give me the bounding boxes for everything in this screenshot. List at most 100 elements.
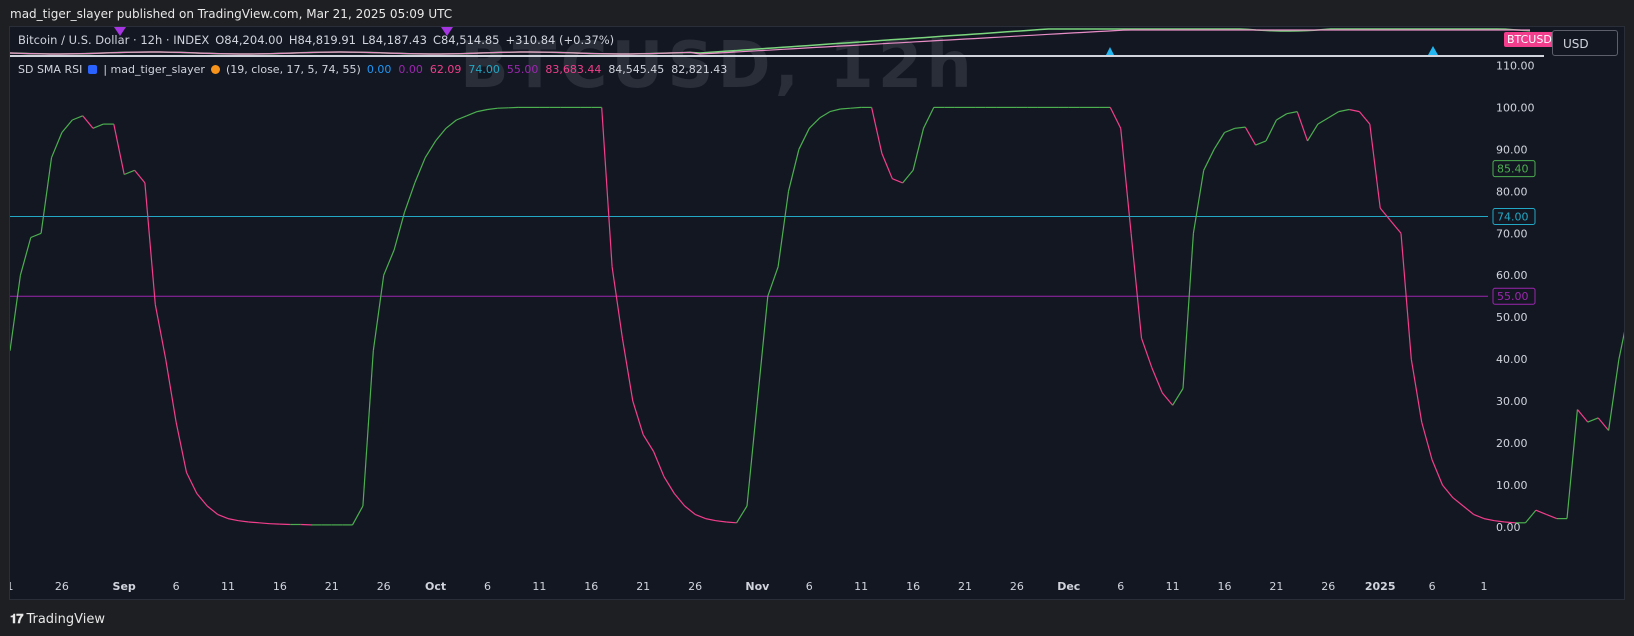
rsi-line-segment	[705, 518, 717, 522]
rsi-line-segment	[621, 338, 634, 402]
rsi-line-segment	[1161, 392, 1174, 406]
rsi-line-segment	[1224, 127, 1236, 134]
x-tick-label: Nov	[745, 580, 770, 593]
rsi-line-segment	[611, 266, 623, 339]
symbol-title[interactable]: Bitcoin / U.S. Dollar · 12h · INDEX	[18, 33, 209, 47]
rsi-line-segment	[632, 400, 644, 435]
rsi-line-segment	[1265, 119, 1277, 142]
rsi-line-segment	[850, 106, 862, 109]
rsi-line-segment	[1130, 233, 1143, 339]
rsi-line-segment	[1338, 108, 1350, 113]
rsi-line-segment	[1369, 124, 1381, 209]
rsi-line-segment	[1140, 338, 1153, 368]
rsi-line-segment	[1348, 108, 1360, 113]
rsi-line-segment	[435, 127, 447, 142]
rsi-line-segment	[72, 115, 83, 121]
rsi-line-segment	[1576, 409, 1589, 423]
rsi-line-segment	[1255, 140, 1267, 146]
x-tick-label: 2025	[1365, 580, 1396, 593]
symbol-price-tag: BTCUSD	[1504, 32, 1555, 47]
x-tick-label: 6	[806, 580, 813, 593]
rsi-line-segment	[653, 451, 665, 477]
ohlc-open: O84,204.00	[215, 33, 283, 47]
rsi-line-segment	[756, 296, 769, 402]
y-tick-label: 10.00	[1496, 479, 1528, 492]
rsi-line-segment	[881, 153, 893, 179]
rsi-line-segment	[694, 513, 706, 520]
rsi-line-segment	[642, 434, 655, 452]
rsi-line-segment	[1244, 126, 1257, 146]
rsi-line-segment	[445, 119, 457, 129]
rsi-line-segment	[1327, 111, 1340, 119]
x-tick-label: Sep	[113, 580, 136, 593]
rsi-line-segment	[1421, 421, 1433, 461]
tradingview-brand[interactable]: 𝟏𝟕 TradingView	[10, 612, 105, 627]
rsi-line-segment	[1203, 149, 1215, 171]
rsi-line-segment	[1286, 111, 1298, 115]
x-tick-label: 11	[221, 580, 235, 593]
currency-button[interactable]: USD	[1552, 30, 1618, 56]
rsi-line-segment	[144, 182, 156, 305]
rsi-line-segment	[902, 169, 914, 184]
rsi-line-segment	[1546, 513, 1557, 520]
rsi-line-segment	[736, 505, 748, 524]
rsi-line-segment	[372, 275, 385, 351]
rsi-line-segment	[1317, 117, 1329, 125]
ohlc-close: C84,514.85	[432, 33, 500, 47]
rsi-pane[interactable]: 110.00100.0090.0080.0070.0060.0050.0040.…	[10, 57, 1624, 597]
rsi-line-segment	[1525, 509, 1537, 524]
rsi-line-segment	[414, 157, 426, 184]
x-tick-label: Oct	[425, 580, 446, 593]
x-tick-label: 16	[1217, 580, 1231, 593]
rsi-line-segment	[1109, 107, 1122, 129]
rsi-line-segment	[1618, 331, 1624, 360]
x-tick-label: 21	[636, 580, 650, 593]
rsi-line-segment	[456, 115, 467, 121]
ohlc-high: H84,819.91	[288, 33, 356, 47]
rsi-line-segment	[238, 520, 249, 523]
rsi-line-segment	[1182, 233, 1194, 389]
rsi-line-segment	[1483, 518, 1495, 522]
rsi-line-segment	[403, 182, 416, 213]
x-tick-label: 6	[1117, 580, 1124, 593]
rsi-line-segment	[30, 232, 42, 239]
rsi-line-segment	[487, 107, 498, 111]
rsi-line-segment	[1587, 417, 1599, 423]
rsi-line-segment	[1276, 113, 1288, 121]
x-tick-label: 16	[906, 580, 920, 593]
published-caption: mad_tiger_slayer published on TradingVie…	[10, 7, 453, 21]
x-tick-label: 21	[958, 580, 972, 593]
rsi-line-segment	[871, 107, 883, 154]
rsi-line-segment	[123, 169, 135, 176]
rsi-line-segment	[601, 107, 613, 267]
rsi-line-segment	[217, 513, 229, 520]
y-tick-label: 110.00	[1496, 59, 1535, 72]
x-tick-label: 6	[173, 580, 180, 593]
y-tick-label: 20.00	[1496, 437, 1528, 450]
rsi-line-segment	[393, 212, 406, 251]
rsi-line-segment	[808, 117, 821, 129]
x-tick-label: 6	[1429, 580, 1436, 593]
chart-frame[interactable]: BTCUSD, 12h Bitcoin / U.S. Dollar · 12h …	[9, 26, 1625, 600]
rsi-line-segment	[185, 472, 198, 494]
rsi-line-segment	[912, 128, 925, 171]
rsi-line-segment	[351, 505, 364, 526]
rsi-line-segment	[40, 157, 53, 234]
x-tick-label: Dec	[1057, 580, 1080, 593]
rsi-line-segment	[113, 123, 125, 175]
rsi-line-segment	[829, 108, 841, 113]
rsi-line-segment	[1410, 359, 1423, 423]
rsi-line-segment	[50, 132, 63, 158]
rsi-line-segment	[798, 128, 810, 150]
rsi-line-segment	[82, 115, 94, 129]
rsi-line-segment	[684, 505, 696, 515]
tradingview-logo-icon: 𝟏𝟕	[10, 612, 24, 627]
rsi-line-segment	[1379, 207, 1392, 222]
main-legend: Bitcoin / U.S. Dollar · 12h · INDEX O84,…	[18, 33, 614, 47]
y-tick-label: 80.00	[1496, 185, 1528, 198]
rsi-line-segment	[746, 401, 758, 507]
rsi-line-segment	[227, 518, 239, 522]
rsi-line-segment	[61, 119, 73, 133]
rsi-line-segment	[726, 521, 737, 524]
upper-band-label: 74.00	[1497, 210, 1529, 223]
